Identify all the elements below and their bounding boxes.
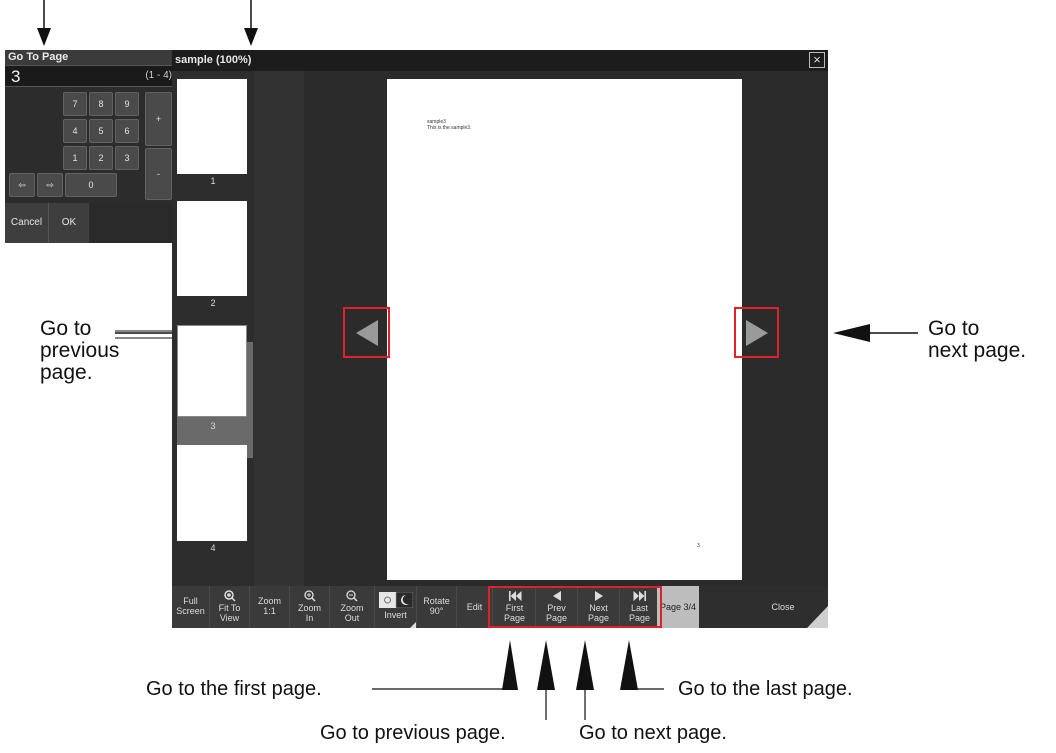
key-6[interactable]: 6 — [115, 119, 139, 143]
annotation-line: next page. — [928, 339, 1027, 362]
resize-corner-icon[interactable] — [807, 586, 828, 628]
thumbnail-scroll-area — [254, 71, 304, 586]
go-to-page-dialog: Go To Page 3 (1 - 4) 7 8 9 + 4 5 6 1 2 3… — [5, 50, 174, 243]
zoom-in-icon — [303, 590, 316, 602]
button-label: 90° — [429, 606, 444, 616]
button-label: 1:1 — [263, 606, 276, 616]
thumbnail-page-2[interactable] — [177, 201, 247, 296]
thumbnail-label: 1 — [210, 176, 216, 186]
key-4[interactable]: 4 — [63, 119, 87, 143]
annotation-go-prev: Go to previous page. — [40, 318, 119, 384]
thumbnail-label: 3 — [210, 421, 216, 431]
button-label: Fit To — [218, 603, 241, 613]
annotation-line: previous — [40, 339, 120, 362]
button-label: Screen — [176, 606, 205, 616]
annotation-last-page: Go to the last page. — [678, 678, 853, 700]
key-7[interactable]: 7 — [63, 92, 87, 116]
fit-to-view-icon — [223, 590, 236, 602]
toolbar-spacer — [699, 586, 759, 628]
zoom-in-button[interactable]: Zoom In — [290, 586, 330, 628]
annotation-line: page. — [40, 361, 93, 384]
full-screen-button[interactable]: Full Screen — [172, 586, 210, 628]
close-icon[interactable]: × — [809, 52, 825, 68]
button-label: Out — [344, 613, 360, 623]
button-label: View — [219, 613, 240, 623]
key-1[interactable]: 1 — [63, 146, 87, 170]
button-label: In — [305, 613, 314, 623]
thumbnail-page-3[interactable] — [177, 325, 247, 417]
corner-indicator — [410, 622, 416, 628]
zoom-out-icon — [346, 590, 358, 602]
key-minus[interactable]: - — [145, 148, 172, 200]
key-plus[interactable]: + — [145, 92, 172, 146]
cancel-button[interactable]: Cancel — [5, 203, 49, 243]
prev-page-arrow-icon[interactable] — [352, 318, 382, 348]
fit-to-view-button[interactable]: Fit To View — [210, 586, 250, 628]
dialog-title: Go To Page — [5, 50, 174, 65]
empty-footer — [90, 203, 174, 243]
rotate-button[interactable]: Rotate 90° — [417, 586, 457, 628]
annotation-line: Go to — [928, 317, 980, 340]
next-page-arrow-icon[interactable] — [742, 318, 772, 348]
key-9[interactable]: 9 — [115, 92, 139, 116]
key-0[interactable]: 0 — [65, 173, 117, 197]
page-text-line: This is the sample3. — [427, 125, 472, 131]
page-navigation-highlight — [488, 586, 662, 628]
button-label: Invert — [384, 610, 407, 620]
document-viewer: sample (100%) × 1 2 3 4 sample3 This is … — [172, 50, 828, 628]
key-2[interactable]: 2 — [89, 146, 113, 170]
thumbnail-page-1[interactable] — [177, 79, 247, 174]
page-number-field[interactable]: 3 (1 - 4) — [5, 65, 174, 87]
invert-day-night-icon — [378, 592, 413, 608]
thumbnail-panel: 1 2 3 4 — [172, 71, 254, 586]
button-label: Rotate — [423, 596, 450, 606]
key-5[interactable]: 5 — [89, 119, 113, 143]
thumbnail-label: 2 — [210, 298, 216, 308]
page-footer-number: 3 — [697, 543, 700, 549]
button-label: Zoom — [257, 596, 281, 606]
page-range: (1 - 4) — [145, 70, 172, 81]
toolbar: Full Screen Fit To View Zoom 1:1 Zoom In… — [172, 586, 828, 628]
button-label: Zoom — [340, 603, 364, 613]
thumbnail-page-4[interactable] — [177, 445, 247, 541]
invert-button[interactable]: Invert — [375, 586, 417, 628]
page-indicator: Page 3/4 — [657, 586, 699, 628]
key-8[interactable]: 8 — [89, 92, 113, 116]
zoom-out-button[interactable]: Zoom Out — [330, 586, 375, 628]
zoom-1-1-button[interactable]: Zoom 1:1 — [250, 586, 290, 628]
annotation-next-page: Go to next page. — [579, 722, 727, 744]
button-label: Zoom — [297, 603, 321, 613]
window-title: sample (100%) — [175, 54, 252, 66]
annotation-go-next: Go to next page. — [928, 318, 1026, 362]
title-bar: sample (100%) × — [172, 50, 828, 71]
thumbnail-label: 4 — [210, 543, 216, 553]
button-label: Full — [183, 596, 198, 606]
annotation-line: Go to — [40, 317, 92, 340]
close-button[interactable]: Close — [759, 586, 807, 628]
annotation-prev-page: Go to previous page. — [320, 722, 506, 744]
cursor-left-icon[interactable]: ⇦ — [9, 173, 35, 197]
annotation-first-page: Go to the first page. — [146, 678, 322, 700]
page-number-value: 3 — [11, 67, 21, 86]
cursor-right-icon[interactable]: ⇨ — [37, 173, 63, 197]
document-page: sample3 This is the sample3. 3 — [387, 79, 742, 580]
ok-button[interactable]: OK — [49, 203, 89, 243]
key-3[interactable]: 3 — [115, 146, 139, 170]
